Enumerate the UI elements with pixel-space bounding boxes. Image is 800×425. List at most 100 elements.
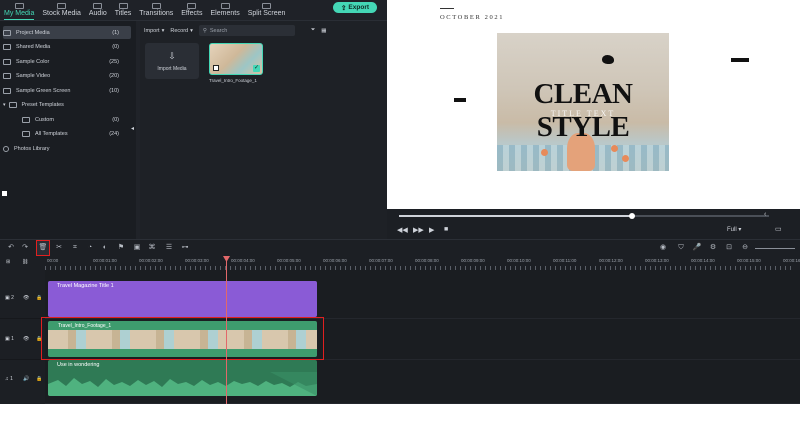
- shield-icon[interactable]: ⛉: [676, 243, 686, 253]
- elements-icon: [220, 3, 230, 9]
- add-track-icon[interactable]: ⊞: [6, 259, 10, 265]
- search-icon: ⚲: [202, 27, 207, 34]
- title-clip[interactable]: Travel Magazine Title 1: [48, 281, 317, 317]
- eye-icon[interactable]: 👁: [23, 336, 29, 342]
- green-screen-icon[interactable]: ▣: [132, 243, 142, 253]
- zoom-out-icon[interactable]: ⊖: [740, 243, 750, 253]
- timeline-ruler[interactable]: ⊞ ⛓ 00:00 00:00:01:00 00:00:02:00 00:00:03:…: [0, 256, 800, 270]
- link-icon[interactable]: ⛓: [22, 259, 28, 265]
- split-screen-icon: [262, 3, 272, 9]
- marker-icon[interactable]: ⚑: [116, 243, 126, 253]
- ruler-tick-label: 00:00:05:00: [277, 258, 301, 263]
- speaker-icon[interactable]: 🔊: [23, 376, 29, 382]
- decorative-dash: [731, 58, 749, 62]
- preview-photo: CLEAN STYLE TITLE TEXT: [497, 33, 669, 171]
- folder-icon: [3, 43, 11, 50]
- color-icon[interactable]: ◐: [100, 243, 110, 253]
- tab-elements[interactable]: Elements: [207, 3, 244, 20]
- ruler-tick-label: 00:00:11:00: [553, 258, 577, 263]
- folder-icon: [3, 29, 11, 36]
- video-editor-window: My Media Stock Media Audio Titles Transi…: [0, 0, 800, 425]
- stop-icon[interactable]: ■: [444, 226, 448, 233]
- speed-icon[interactable]: ◔: [85, 243, 95, 253]
- quality-select[interactable]: Full ▾: [727, 226, 741, 233]
- tab-effects[interactable]: Effects: [177, 3, 206, 20]
- play-icon[interactable]: ▶: [429, 226, 434, 234]
- track-label: ▣ 2: [5, 295, 14, 301]
- sidebar-item-custom[interactable]: Custom (0): [22, 113, 131, 126]
- caption-icon[interactable]: ⊡: [724, 243, 734, 253]
- audio-mix-icon[interactable]: ⊶: [180, 243, 190, 253]
- export-icon: ⇪: [340, 4, 347, 12]
- sidebar-item-sample-green-screen[interactable]: Sample Green Screen (10): [3, 84, 131, 97]
- zoom-slider[interactable]: [755, 248, 795, 249]
- playback-scrubber[interactable]: [399, 213, 769, 219]
- filter-icon[interactable]: ⏷: [311, 27, 315, 34]
- eye-icon[interactable]: 👁: [23, 295, 29, 301]
- track-label: ♫ 1: [5, 376, 13, 382]
- search-input[interactable]: ⚲ Search: [198, 25, 295, 36]
- sidebar-item-shared-media[interactable]: Shared Media (0): [3, 40, 131, 53]
- delete-icon[interactable]: 🗑: [36, 240, 50, 256]
- text-icon: [118, 3, 128, 9]
- tab-split-screen[interactable]: Split Screen: [244, 3, 290, 20]
- lock-icon[interactable]: 🔒: [36, 295, 42, 301]
- audio-clip[interactable]: Use in wondering: [48, 360, 317, 396]
- mic-icon[interactable]: 🎤: [692, 243, 702, 253]
- folder-icon: [3, 72, 11, 79]
- sidebar-item-preset-templates[interactable]: ▾ Preset Templates: [3, 98, 131, 111]
- sidebar-item-project-media[interactable]: Project Media (1): [3, 26, 131, 39]
- tab-transitions[interactable]: Transitions: [135, 3, 177, 20]
- ruler-tick-label: 00:00:03:00: [185, 258, 209, 263]
- decorative-dash: [454, 98, 466, 102]
- folder-icon: [14, 3, 24, 9]
- media-clip-thumbnail[interactable]: ✓: [209, 43, 263, 75]
- scrubber-progress: [399, 215, 633, 217]
- tab-titles[interactable]: Titles: [111, 3, 135, 20]
- folder-icon: [3, 58, 11, 65]
- cut-icon[interactable]: ✂: [54, 243, 64, 253]
- render-icon[interactable]: ◉: [658, 243, 668, 253]
- ruler-tick-label: 00:00:08:00: [415, 258, 439, 263]
- qr-icon: [213, 65, 219, 71]
- import-dropdown[interactable]: Import ▾: [144, 28, 164, 34]
- scrubber-handle[interactable]: [629, 213, 636, 219]
- ruler-tick-label: 00:00:12:00: [599, 258, 623, 263]
- import-media-tile[interactable]: ⇩ Import Media: [145, 43, 199, 79]
- redo-icon[interactable]: ↷: [20, 243, 30, 253]
- screen-icon[interactable]: ▭: [775, 225, 782, 233]
- mixer-icon[interactable]: ⚙: [708, 243, 718, 253]
- playhead-line[interactable]: [226, 258, 227, 406]
- tab-my-media[interactable]: My Media: [0, 3, 38, 20]
- preview-date: OCTOBER 2021: [440, 14, 505, 21]
- sidebar-item-photos-library[interactable]: Photos Library: [3, 142, 131, 155]
- ruler-tick-label: 00:00:04:00: [231, 258, 255, 263]
- lock-icon[interactable]: 🔒: [36, 376, 42, 382]
- crop-icon[interactable]: ⌗: [70, 243, 80, 253]
- sidebar-item-sample-video[interactable]: Sample Video (20): [3, 69, 131, 82]
- record-dropdown[interactable]: Record ▾: [170, 28, 193, 34]
- preview-subtitle: TITLE TEXT: [550, 109, 616, 118]
- collapse-arrow-icon[interactable]: ◂: [131, 125, 134, 132]
- sidebar-item-sample-color[interactable]: Sample Color (25): [3, 55, 131, 68]
- page-background: [0, 404, 800, 425]
- grid-view-icon[interactable]: ▦: [321, 28, 326, 34]
- undo-icon[interactable]: ↶: [6, 243, 16, 253]
- detach-icon[interactable]: ⌘: [147, 243, 157, 253]
- audio-waveform: [48, 372, 317, 396]
- ruler-tick-label: 00:00: [47, 258, 59, 263]
- ruler-tick-label: 00:00:09:00: [461, 258, 485, 263]
- export-button[interactable]: ⇪ Export: [333, 2, 377, 13]
- ruler-tick-label: 00:00:10:00: [507, 258, 531, 263]
- sidebar-item-all-templates[interactable]: All Templates (24): [22, 127, 131, 140]
- adjust-icon[interactable]: ☰: [164, 243, 174, 253]
- chevron-left-icon[interactable]: ‹: [764, 211, 766, 218]
- step-back-icon[interactable]: ◀◀: [397, 226, 408, 234]
- step-forward-icon[interactable]: ▶▶: [413, 226, 424, 234]
- tab-stock-media[interactable]: Stock Media: [38, 3, 85, 20]
- chevron-down-icon: ▾: [3, 101, 6, 108]
- music-icon: [93, 3, 103, 9]
- dog-silhouette: [602, 55, 614, 64]
- tab-audio[interactable]: Audio: [85, 3, 111, 20]
- track-header-video-1: ▣ 1 👁 🔒: [0, 319, 45, 359]
